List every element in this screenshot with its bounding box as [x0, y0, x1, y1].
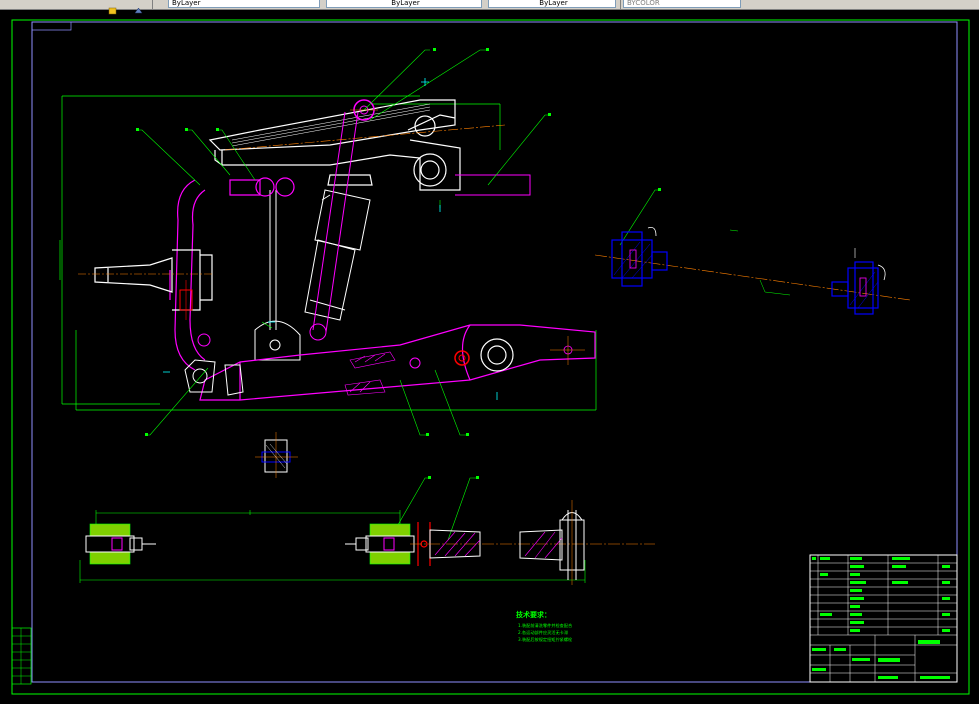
- layer-previous-icon[interactable]: [134, 0, 143, 14]
- half-shaft-section: [594, 226, 911, 315]
- lineweight-dropdown[interactable]: ByLayer: [488, 0, 616, 8]
- properties-toolbar: ByLayer ByLayer ByLayer BYCOLOR: [0, 0, 979, 15]
- shock-absorber-rod: [309, 111, 359, 341]
- lower-control-arm: [199, 324, 596, 401]
- wheel-spindle: [94, 249, 213, 311]
- plotstyle-dropdown[interactable]: BYCOLOR: [623, 0, 741, 8]
- note-line-1: 1.装配前清洗零件并检查配合: [518, 622, 573, 629]
- drawing-canvas[interactable]: 技术要求： 1.装配前清洗零件并检查配合 2.各运动部件应灵活无卡滞 3.装配后…: [0, 10, 979, 704]
- toolbar-separator: [620, 0, 621, 9]
- linetype-dropdown[interactable]: ByLayer: [326, 0, 482, 8]
- upper-control-arm: [208, 99, 461, 191]
- lower-arm-pin: [409, 336, 585, 369]
- bolt-detail-view: [255, 432, 298, 478]
- title-block: [809, 554, 958, 683]
- binding-strip: [11, 627, 32, 685]
- vertical-link: [254, 190, 301, 361]
- upper-arm-fill: [231, 103, 431, 147]
- layer-state-icon[interactable]: [108, 0, 117, 15]
- upper-arm-extension: [455, 174, 531, 196]
- stabilizer-link-assembly: [79, 500, 655, 585]
- drawing-outer-frame: [11, 19, 970, 695]
- toolbar-separator: [152, 0, 153, 9]
- leader-lines: [137, 49, 660, 541]
- steering-knuckle: [169, 177, 295, 371]
- overall-dimensions: [59, 95, 597, 411]
- notes-title: 技术要求：: [516, 610, 551, 619]
- corner-mark: [32, 22, 72, 31]
- note-line-3: 3.装配后按规定扭矩拧紧螺栓: [518, 636, 573, 643]
- layer-dropdown[interactable]: ByLayer: [168, 0, 320, 8]
- technical-requirements: 技术要求： 1.装配前清洗零件并检查配合 2.各运动部件应灵活无卡滞 3.装配后…: [516, 610, 573, 643]
- note-line-2: 2.各运动部件应灵活无卡滞: [518, 629, 568, 636]
- lower-arm-bushing: [480, 338, 514, 372]
